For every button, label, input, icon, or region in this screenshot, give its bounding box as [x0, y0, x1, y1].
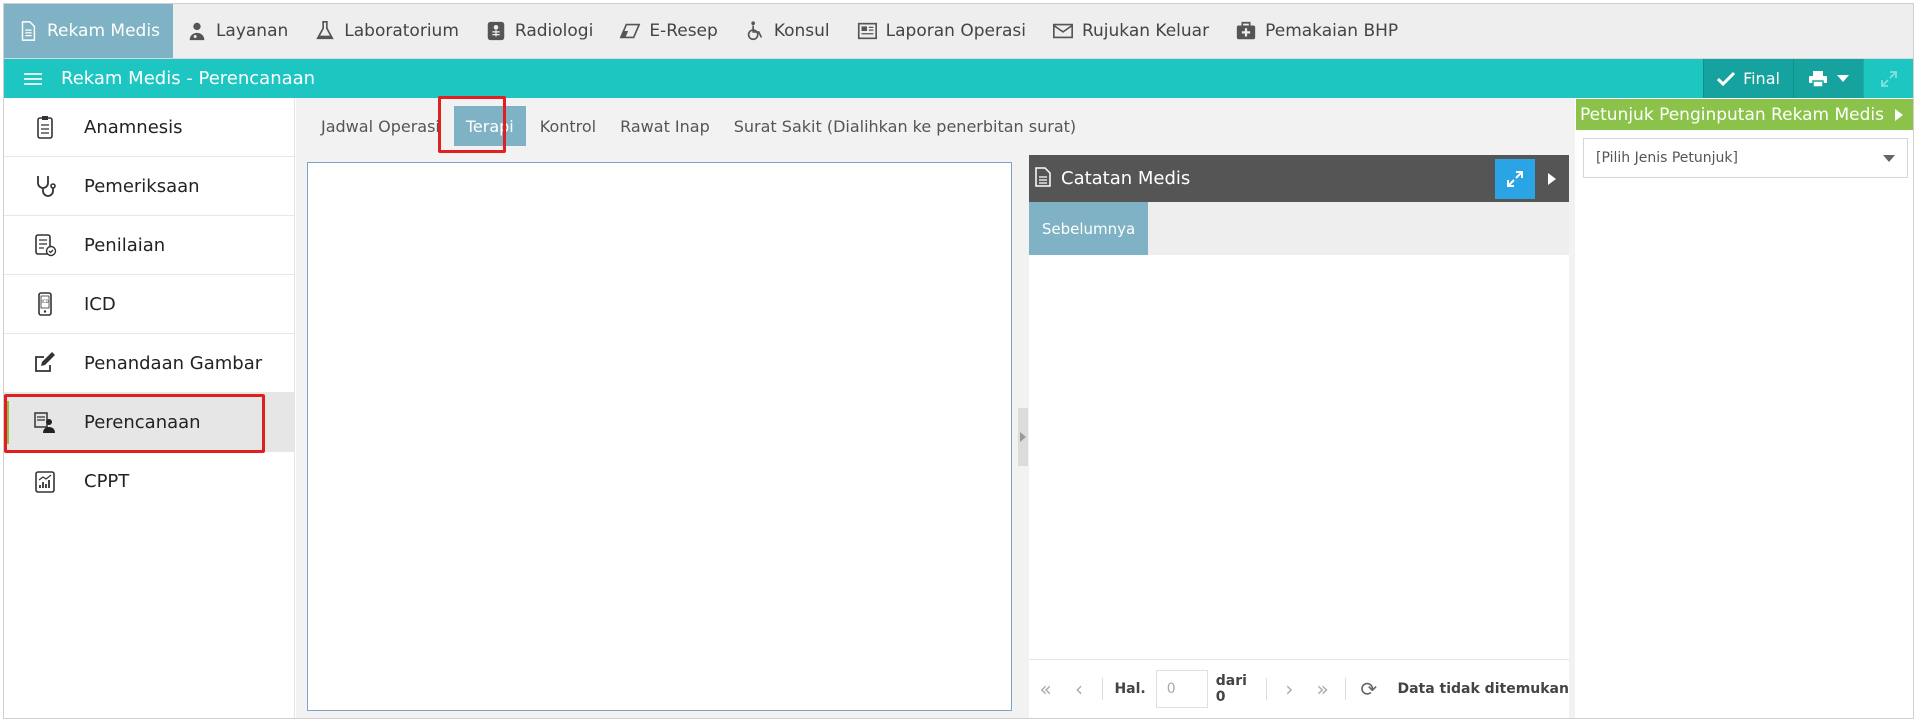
nav-label: Layanan [215, 21, 289, 41]
select-value: [Pilih Jenis Petunjuk] [1596, 150, 1738, 166]
tab-rawat-inap[interactable]: Rawat Inap [608, 98, 722, 154]
highlight-box-terapi [438, 96, 506, 153]
nav-label: Konsul [773, 21, 830, 41]
sidebar-item-label: Penilaian [84, 234, 166, 256]
pager-divider [1345, 678, 1347, 700]
icd-phone-icon: ICD [32, 291, 58, 317]
caret-right-icon[interactable] [1895, 108, 1903, 121]
sidebar-item-penilaian[interactable]: Penilaian [4, 216, 294, 275]
sidebar-item-cppt[interactable]: CPPT [4, 452, 294, 511]
hamburger-menu-icon[interactable] [24, 72, 42, 85]
refresh-icon[interactable]: ⟳ [1352, 677, 1385, 701]
petunjuk-panel-header: Petunjuk Penginputan Rekam Medis [1576, 99, 1913, 130]
final-button-label: Final [1743, 69, 1780, 88]
next-page-button[interactable]: › [1273, 677, 1306, 701]
document-icon [1035, 166, 1051, 191]
xray-icon [487, 21, 505, 41]
page-title: Rekam Medis - Perencanaan [61, 68, 316, 89]
pagination-bar: « ‹ Hal. 0 dari 0 › » ⟳ Data tidak ditem… [1029, 659, 1569, 718]
sidebar-item-label: Anamnesis [84, 116, 183, 138]
first-page-button[interactable]: « [1029, 677, 1062, 701]
prev-page-button[interactable]: ‹ [1062, 677, 1095, 701]
nav-label: Rekam Medis [47, 21, 160, 41]
caret-right-icon [1548, 172, 1556, 185]
chevron-down-icon [1883, 154, 1895, 162]
sidebar-item-penandaan-gambar[interactable]: Penandaan Gambar [4, 334, 294, 393]
petunjuk-type-select[interactable]: [Pilih Jenis Petunjuk] [1583, 138, 1908, 178]
chart-icon [32, 469, 58, 495]
title-actions: Final [1703, 59, 1913, 98]
nav-laporan-operasi[interactable]: Laporan Operasi [843, 4, 1039, 58]
sidebar-item-label: ICD [84, 293, 116, 315]
doctor-icon [189, 22, 205, 41]
nav-pemakaian-bhp[interactable]: Pemakaian BHP [1222, 4, 1411, 58]
page-number-input[interactable]: 0 [1155, 670, 1208, 708]
title-bar: Rekam Medis - Perencanaan Final [4, 59, 1913, 98]
nav-e-resep[interactable]: E-Resep [606, 4, 731, 58]
edit-icon [32, 350, 58, 376]
catatan-medis-body [1029, 255, 1569, 659]
sidebar-item-icd[interactable]: ICD ICD [4, 275, 294, 334]
collapse-panel-button[interactable] [1535, 172, 1569, 185]
medkit-icon [1236, 21, 1256, 40]
stethoscope-icon [32, 173, 58, 199]
last-page-button[interactable]: » [1306, 677, 1339, 701]
highlight-box-perencanaan [4, 394, 265, 453]
sidebar-item-anamnesis[interactable]: Anamnesis [4, 98, 294, 157]
clipboard-icon [32, 114, 58, 140]
final-button[interactable]: Final [1703, 59, 1793, 98]
catatan-medis-header: Catatan Medis [1029, 155, 1569, 202]
tab-kontrol[interactable]: Kontrol [528, 98, 608, 154]
nav-label: Radiologi [514, 21, 594, 41]
nav-label: Rujukan Keluar [1081, 21, 1210, 41]
nav-radiologi[interactable]: Radiologi [472, 4, 606, 58]
tab-sebelumnya[interactable]: Sebelumnya [1029, 202, 1148, 255]
nav-rujukan-keluar[interactable]: Rujukan Keluar [1039, 4, 1222, 58]
print-dropdown-button[interactable] [1793, 59, 1863, 98]
newspaper-icon [857, 22, 877, 40]
wheelchair-icon [747, 21, 762, 41]
nav-label: Laporan Operasi [885, 21, 1026, 41]
nav-label: Pemakaian BHP [1265, 21, 1399, 41]
caret-right-icon [1020, 432, 1026, 442]
expand-button[interactable] [1495, 158, 1535, 199]
pager-divider [1265, 678, 1267, 700]
svg-text:ICD: ICD [41, 299, 48, 304]
pager-info: Data tidak ditemukan [1397, 681, 1569, 697]
check-icon [1717, 71, 1736, 86]
fullscreen-button[interactable] [1863, 59, 1913, 98]
caret-down-icon [1837, 74, 1849, 82]
petunjuk-panel-body [1576, 130, 1913, 718]
expand-icon [1880, 70, 1897, 87]
expand-icon [1507, 170, 1523, 187]
nav-layanan[interactable]: Layanan [173, 4, 301, 58]
page-label: Hal. [1114, 681, 1146, 697]
catatan-medis-title: Catatan Medis [1061, 168, 1191, 189]
catatan-medis-tabs: Sebelumnya [1029, 202, 1569, 255]
nav-rekam-medis[interactable]: Rekam Medis [4, 4, 173, 58]
sidebar-item-label: Pemeriksaan [84, 175, 200, 197]
eraser-icon [619, 23, 641, 39]
nav-konsul[interactable]: Konsul [731, 4, 843, 58]
pager-divider [1101, 678, 1103, 700]
document-icon [21, 21, 36, 41]
petunjuk-panel-title: Petunjuk Penginputan Rekam Medis [1580, 104, 1884, 125]
envelope-icon [1052, 23, 1073, 39]
tab-surat-sakit[interactable]: Surat Sakit (Dialihkan ke penerbitan sur… [722, 98, 1088, 154]
checklist-icon [32, 232, 58, 258]
page-total-label: dari 0 [1215, 673, 1247, 705]
sidebar-item-pemeriksaan[interactable]: Pemeriksaan [4, 157, 294, 216]
sidebar-item-label: CPPT [84, 471, 130, 492]
sidebar-item-label: Penandaan Gambar [84, 352, 263, 374]
top-navigation: Rekam Medis Layanan Laboratorium Radiolo… [4, 4, 1913, 59]
terapi-text-area[interactable] [307, 162, 1012, 711]
print-icon [1809, 70, 1827, 88]
nav-laboratorium[interactable]: Laboratorium [301, 4, 472, 58]
nav-label: Laboratorium [344, 21, 459, 41]
tab-jadwal-operasi[interactable]: Jadwal Operasi [309, 98, 452, 154]
nav-label: E-Resep [649, 21, 718, 41]
flask-icon [316, 21, 335, 40]
panel-splitter[interactable] [1018, 408, 1028, 466]
